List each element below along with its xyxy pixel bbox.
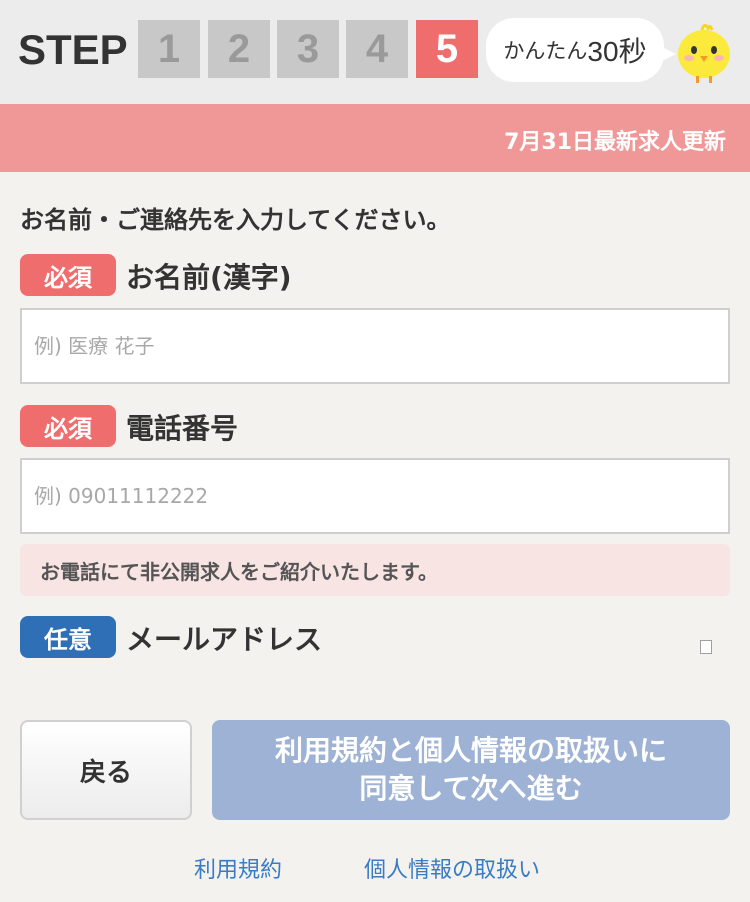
email-optional-badge: 任意 xyxy=(20,616,116,658)
step-header: STEP 1 2 3 4 5 かんたん 30秒 xyxy=(0,0,750,104)
agree-next-button[interactable]: 利用規約と個人情報の取扱いに 同意して次へ進む xyxy=(212,720,730,820)
phone-required-badge: 必須 xyxy=(20,405,116,447)
phone-input[interactable] xyxy=(20,458,730,534)
step-3: 3 xyxy=(277,20,339,78)
step-label: STEP xyxy=(18,26,128,73)
back-button[interactable]: 戻る xyxy=(20,720,192,820)
phone-note: お電話にて非公開求人をご紹介いたします。 xyxy=(20,544,730,596)
next-button-line1: 利用規約と個人情報の取扱いに xyxy=(274,734,667,767)
chick-mascot-icon xyxy=(678,23,730,83)
duration-time: 30秒 xyxy=(587,36,647,67)
terms-link[interactable]: 利用規約 xyxy=(194,852,282,884)
step-2: 2 xyxy=(208,20,270,78)
email-label: メールアドレス xyxy=(126,623,323,656)
name-input[interactable] xyxy=(20,308,730,384)
email-toggle-checkbox[interactable] xyxy=(700,640,712,654)
name-required-badge: 必須 xyxy=(20,254,116,296)
name-label: お名前(漢字) xyxy=(126,261,292,294)
duration-bubble: かんたん 30秒 xyxy=(486,18,676,82)
update-text: 7月31日最新求人更新 xyxy=(504,130,726,155)
step-1: 1 xyxy=(138,20,200,78)
privacy-link[interactable]: 個人情報の取扱い xyxy=(364,852,540,884)
form-intro: お名前・ご連絡先を入力してください。 xyxy=(20,206,451,234)
step-4: 4 xyxy=(346,20,408,78)
step-5-active: 5 xyxy=(416,20,478,78)
phone-label: 電話番号 xyxy=(126,412,239,445)
duration-prefix: かんたん xyxy=(503,39,588,63)
update-banner: 7月31日最新求人更新 xyxy=(0,104,750,172)
next-button-line2: 同意して次へ進む xyxy=(359,772,583,805)
